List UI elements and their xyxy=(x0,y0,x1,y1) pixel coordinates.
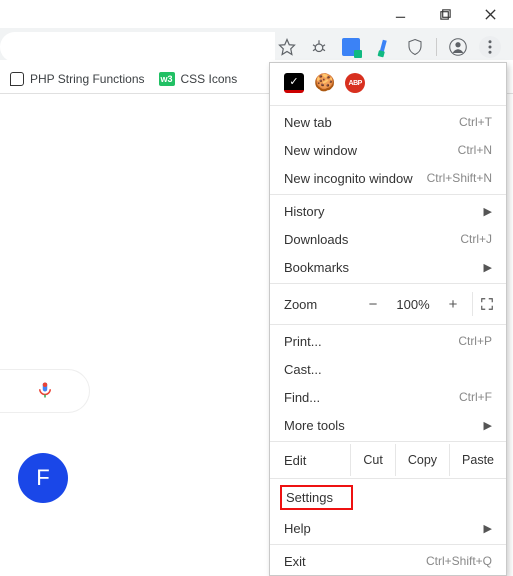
menu-help[interactable]: Help ▶ xyxy=(270,514,506,542)
menu-shortcut: Ctrl+F xyxy=(459,390,492,404)
menu-separator xyxy=(270,324,506,325)
menu-item-label: New window xyxy=(284,143,458,158)
menu-find[interactable]: Find... Ctrl+F xyxy=(270,383,506,411)
menu-shortcut: Ctrl+Shift+Q xyxy=(426,554,492,568)
bug-icon[interactable] xyxy=(308,36,330,58)
color-picker-extension-icon[interactable] xyxy=(372,36,394,58)
submenu-arrow-icon: ▶ xyxy=(484,205,492,218)
window-maximize-button[interactable] xyxy=(423,0,468,28)
bookmark-item[interactable]: w3 CSS Icons xyxy=(159,72,238,86)
menu-separator xyxy=(270,441,506,442)
menu-item-label: Help xyxy=(284,521,484,536)
menu-item-label: Find... xyxy=(284,390,459,405)
menu-shortcut: Ctrl+T xyxy=(459,115,492,129)
bookmark-item[interactable]: PHP String Functions xyxy=(10,72,145,86)
chrome-menu: 🍪 ABP New tab Ctrl+T New window Ctrl+N N… xyxy=(269,62,507,576)
menu-extensions-row: 🍪 ABP xyxy=(270,63,506,103)
star-icon[interactable] xyxy=(276,36,298,58)
bookmark-favicon xyxy=(10,72,24,86)
menu-separator xyxy=(270,283,506,284)
window-minimize-button[interactable] xyxy=(378,0,423,28)
omnibox[interactable] xyxy=(0,32,275,62)
menu-item-label: Cast... xyxy=(284,362,492,377)
voice-search-button[interactable] xyxy=(0,369,90,413)
menu-incognito[interactable]: New incognito window Ctrl+Shift+N xyxy=(270,164,506,192)
submenu-arrow-icon: ▶ xyxy=(484,261,492,274)
menu-shortcut: Ctrl+P xyxy=(458,334,492,348)
menu-item-label: Print... xyxy=(284,334,458,349)
submenu-arrow-icon: ▶ xyxy=(484,419,492,432)
menu-item-label: Settings xyxy=(286,490,333,505)
menu-item-label: Downloads xyxy=(284,232,460,247)
menu-separator xyxy=(270,194,506,195)
bookmark-label: PHP String Functions xyxy=(30,72,145,86)
menu-separator xyxy=(270,105,506,106)
menu-cast[interactable]: Cast... xyxy=(270,355,506,383)
bookmark-label: CSS Icons xyxy=(181,72,238,86)
translate-extension-icon[interactable] xyxy=(340,36,362,58)
profile-avatar[interactable]: F xyxy=(18,453,68,503)
menu-downloads[interactable]: Downloads Ctrl+J xyxy=(270,225,506,253)
adblock-extension-icon[interactable]: ABP xyxy=(345,73,365,93)
menu-shortcut: Ctrl+Shift+N xyxy=(427,171,492,185)
menu-item-label: Zoom xyxy=(284,297,354,312)
fullscreen-button[interactable] xyxy=(472,292,500,316)
menu-separator xyxy=(270,478,506,479)
toolbar-separator xyxy=(436,38,437,56)
menu-item-label: Bookmarks xyxy=(284,260,484,275)
menu-item-label: Edit xyxy=(270,444,350,476)
menu-item-label: New incognito window xyxy=(284,171,427,186)
ghostery-extension-icon[interactable] xyxy=(284,73,304,93)
profile-icon[interactable] xyxy=(447,36,469,58)
menu-more-tools[interactable]: More tools ▶ xyxy=(270,411,506,439)
toolbar xyxy=(0,32,505,62)
highlight-box: Settings xyxy=(280,485,353,510)
avatar-letter: F xyxy=(36,465,49,491)
window-close-button[interactable] xyxy=(468,0,513,28)
menu-edit-row: Edit Cut Copy Paste xyxy=(270,444,506,476)
paste-button[interactable]: Paste xyxy=(449,444,506,476)
menu-item-label: New tab xyxy=(284,115,459,130)
menu-new-tab[interactable]: New tab Ctrl+T xyxy=(270,108,506,136)
menu-shortcut: Ctrl+J xyxy=(460,232,492,246)
menu-item-label: Exit xyxy=(284,554,426,569)
bookmark-favicon: w3 xyxy=(159,72,175,86)
zoom-out-button[interactable]: − xyxy=(360,296,386,313)
shield-extension-icon[interactable] xyxy=(404,36,426,58)
zoom-in-button[interactable]: + xyxy=(440,296,466,313)
menu-zoom-row: Zoom − 100% + xyxy=(270,286,506,322)
menu-separator xyxy=(270,544,506,545)
menu-bookmarks[interactable]: Bookmarks ▶ xyxy=(270,253,506,281)
kebab-menu-icon[interactable] xyxy=(479,36,501,58)
zoom-value: 100% xyxy=(392,297,434,312)
menu-settings[interactable]: Settings xyxy=(270,481,506,514)
copy-button[interactable]: Copy xyxy=(395,444,449,476)
cookie-extension-icon[interactable]: 🍪 xyxy=(314,73,335,93)
menu-shortcut: Ctrl+N xyxy=(458,143,492,157)
menu-item-label: More tools xyxy=(284,418,484,433)
menu-exit[interactable]: Exit Ctrl+Shift+Q xyxy=(270,547,506,575)
menu-print[interactable]: Print... Ctrl+P xyxy=(270,327,506,355)
menu-history[interactable]: History ▶ xyxy=(270,197,506,225)
cut-button[interactable]: Cut xyxy=(350,444,394,476)
microphone-icon xyxy=(36,379,54,404)
menu-new-window[interactable]: New window Ctrl+N xyxy=(270,136,506,164)
menu-item-label: History xyxy=(284,204,484,219)
